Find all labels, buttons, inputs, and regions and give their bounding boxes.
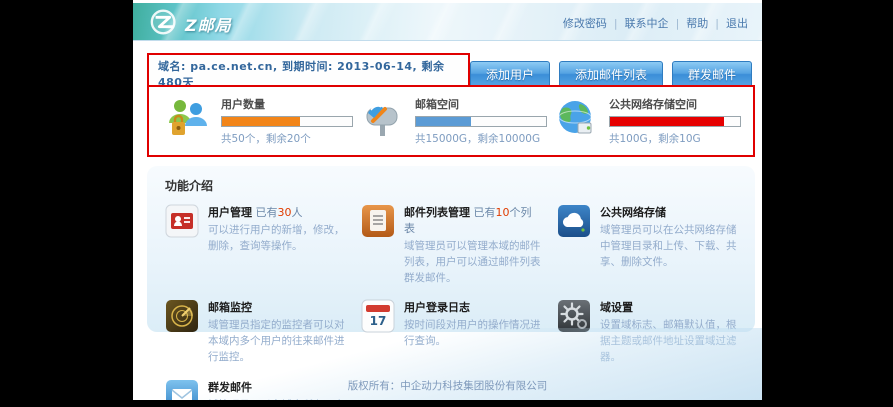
feature-title: 用户登录日志 <box>404 301 470 314</box>
logo: Z邮局 <box>149 7 232 41</box>
copyright-footer: 版权所有：中企动力科技集团股份有限公司 <box>133 378 762 393</box>
feature-public-storage: 公共网络存储 域管理员可以在公共网络存储中管理目录和上传、下载、共享、删除文件。 <box>557 204 737 286</box>
globe-icon <box>553 96 599 146</box>
stat-mailbox-space: 邮箱空间 共15000G，剩余10000G <box>359 96 553 146</box>
stat-user-count: 用户数量 共50个，剩余20个 <box>165 96 359 146</box>
svg-text:17: 17 <box>370 314 387 328</box>
gears-icon <box>557 299 591 333</box>
features-panel: 功能介绍 用户 <box>147 166 755 332</box>
storage-quota-bar-fill <box>610 117 724 126</box>
stat-title: 邮箱空间 <box>415 96 547 112</box>
change-password-link[interactable]: 修改密码 <box>563 15 607 31</box>
stat-title: 公共网络存储空间 <box>609 96 741 112</box>
add-maillist-button[interactable]: 添加邮件列表 <box>559 61 663 88</box>
users-icon <box>165 96 211 146</box>
feature-domain-settings: 域设置 设置域标志、邮箱默认值，根据主题或邮件地址设置域过滤器。 <box>557 299 737 365</box>
stat-usage: 共50个，剩余20个 <box>221 131 353 146</box>
feature-desc: 可以进行用户的新增，修改，删除，查询等操作。 <box>208 223 345 255</box>
user-quota-bar-fill <box>222 117 300 126</box>
feature-maillist-management: 邮件列表管理 已有10个列表 域管理员可以管理本域的邮件列表，用户可以通过邮件列… <box>361 204 541 286</box>
feature-title: 用户管理 <box>208 206 252 219</box>
mailbox-quota-bar <box>415 116 547 127</box>
feature-badge: 已有 <box>256 206 278 219</box>
radar-icon <box>165 299 199 333</box>
mailbox-icon <box>359 96 405 146</box>
calendar-icon: 17 <box>361 299 395 333</box>
stat-usage: 共15000G，剩余10000G <box>415 131 547 146</box>
feature-user-management: 用户管理 已有30人 可以进行用户的新增，修改，删除，查询等操作。 <box>165 204 345 286</box>
feature-title: 邮箱监控 <box>208 301 252 314</box>
stat-title: 用户数量 <box>221 96 353 112</box>
link-separator: | <box>614 17 618 30</box>
contact-link[interactable]: 联系中企 <box>625 15 669 31</box>
link-separator: | <box>715 17 719 30</box>
add-user-button[interactable]: 添加用户 <box>470 61 550 88</box>
header-links: 修改密码 | 联系中企 | 帮助 | 退出 <box>563 15 748 31</box>
section-title: 功能介绍 <box>165 177 737 194</box>
mailbox-quota-bar-fill <box>416 117 471 126</box>
feature-title: 公共网络存储 <box>600 206 666 219</box>
feature-desc: 域管理员可以在公共网络存储中管理目录和上传、下载、共享、删除文件。 <box>600 223 737 270</box>
stat-public-storage: 公共网络存储空间 共100G，剩余10G <box>553 96 747 146</box>
feature-login-log: 17 用户登录日志 按时间段对用户的操作情况进行查询。 <box>361 299 541 365</box>
user-card-icon <box>165 204 199 238</box>
feature-desc: 设置域标志、邮箱默认值，根据主题或邮件地址设置域过滤器。 <box>600 318 737 365</box>
feature-title: 域设置 <box>600 301 633 314</box>
logo-text: Z邮局 <box>185 12 232 36</box>
mass-mail-button[interactable]: 群发邮件 <box>672 61 752 88</box>
stat-usage: 共100G，剩余10G <box>609 131 741 146</box>
feature-title: 邮件列表管理 <box>404 206 470 219</box>
storage-quota-bar <box>609 116 741 127</box>
quota-stats-panel: 用户数量 共50个，剩余20个 邮箱空间 <box>147 85 755 157</box>
feature-badge: 已有 <box>474 206 496 219</box>
features-grid: 用户管理 已有30人 可以进行用户的新增，修改，删除，查询等操作。 <box>165 204 737 400</box>
mail-list-icon <box>361 204 395 238</box>
cloud-icon <box>557 204 591 238</box>
feature-mailbox-monitor: 邮箱监控 域管理员指定的监控者可以对本域内多个用户的往来邮件进行监控。 <box>165 299 345 365</box>
user-quota-bar <box>221 116 353 127</box>
screen: Z邮局 修改密码| 联系中企| 帮助| 退出 域名: pa.ce.net.cn,… <box>0 0 893 407</box>
help-link[interactable]: 帮助 <box>686 15 708 31</box>
feature-desc: 域管理员可以管理本域的邮件列表，用户可以通过邮件列表群发邮件。 <box>404 239 541 286</box>
app-header: Z邮局 修改密码 | 联系中企 | 帮助 | 退出 <box>133 3 762 41</box>
logout-link[interactable]: 退出 <box>726 15 748 31</box>
feature-desc: 按时间段对用户的操作情况进行查询。 <box>404 318 541 350</box>
action-buttons: 添加用户 添加邮件列表 群发邮件 <box>470 61 752 88</box>
feature-desc: 域管理员指定的监控者可以对本域内多个用户的往来邮件进行监控。 <box>208 318 345 365</box>
feature-desc: 域管理员可以向域内所有用户群发邮件。 <box>208 398 345 401</box>
link-separator: | <box>676 17 680 30</box>
logo-swoosh-icon <box>149 7 181 41</box>
mail-admin-page: Z邮局 修改密码| 联系中企| 帮助| 退出 域名: pa.ce.net.cn,… <box>133 0 762 400</box>
